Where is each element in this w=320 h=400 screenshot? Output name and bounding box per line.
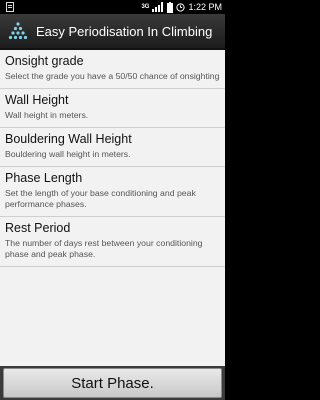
setting-phase-length[interactable]: Phase Length Set the length of your base… bbox=[0, 167, 225, 217]
setting-description: Select the grade you have a 50/50 chance… bbox=[5, 71, 220, 81]
setting-title: Onsight grade bbox=[5, 54, 84, 68]
setting-bouldering-wall-height[interactable]: Bouldering Wall Height Bouldering wall h… bbox=[0, 128, 225, 167]
alarm-icon bbox=[176, 2, 186, 12]
settings-list: Onsight grade Select the grade you have … bbox=[0, 50, 225, 366]
app-title: Easy Periodisation In Climbing bbox=[36, 23, 213, 39]
setting-rest-period[interactable]: Rest Period The number of days rest betw… bbox=[0, 217, 225, 267]
setting-title: Wall Height bbox=[5, 93, 69, 107]
clock: 1:22 PM bbox=[188, 2, 222, 12]
setting-onsight-grade[interactable]: Onsight grade Select the grade you have … bbox=[0, 50, 225, 89]
setting-title: Rest Period bbox=[5, 221, 71, 235]
start-phase-button[interactable]: Start Phase. bbox=[3, 368, 222, 398]
battery-icon bbox=[167, 1, 174, 13]
signal-icon bbox=[152, 2, 164, 12]
app-bar: Easy Periodisation In Climbing bbox=[0, 14, 225, 50]
setting-description: The number of days rest between your con… bbox=[5, 238, 203, 259]
network-type: 3G bbox=[141, 4, 150, 10]
footer-bar: Start Phase. bbox=[0, 366, 225, 400]
app-logo-icon bbox=[8, 22, 28, 40]
setting-description: Wall height in meters. bbox=[5, 110, 89, 120]
notification-icon bbox=[6, 2, 14, 12]
status-bar: 3G 1:22 PM bbox=[0, 0, 225, 14]
setting-title: Phase Length bbox=[5, 171, 83, 185]
setting-wall-height[interactable]: Wall Height Wall height in meters. bbox=[0, 89, 225, 128]
setting-description: Set the length of your base conditioning… bbox=[5, 188, 196, 209]
setting-description: Bouldering wall height in meters. bbox=[5, 149, 131, 159]
setting-title: Bouldering Wall Height bbox=[5, 132, 132, 146]
